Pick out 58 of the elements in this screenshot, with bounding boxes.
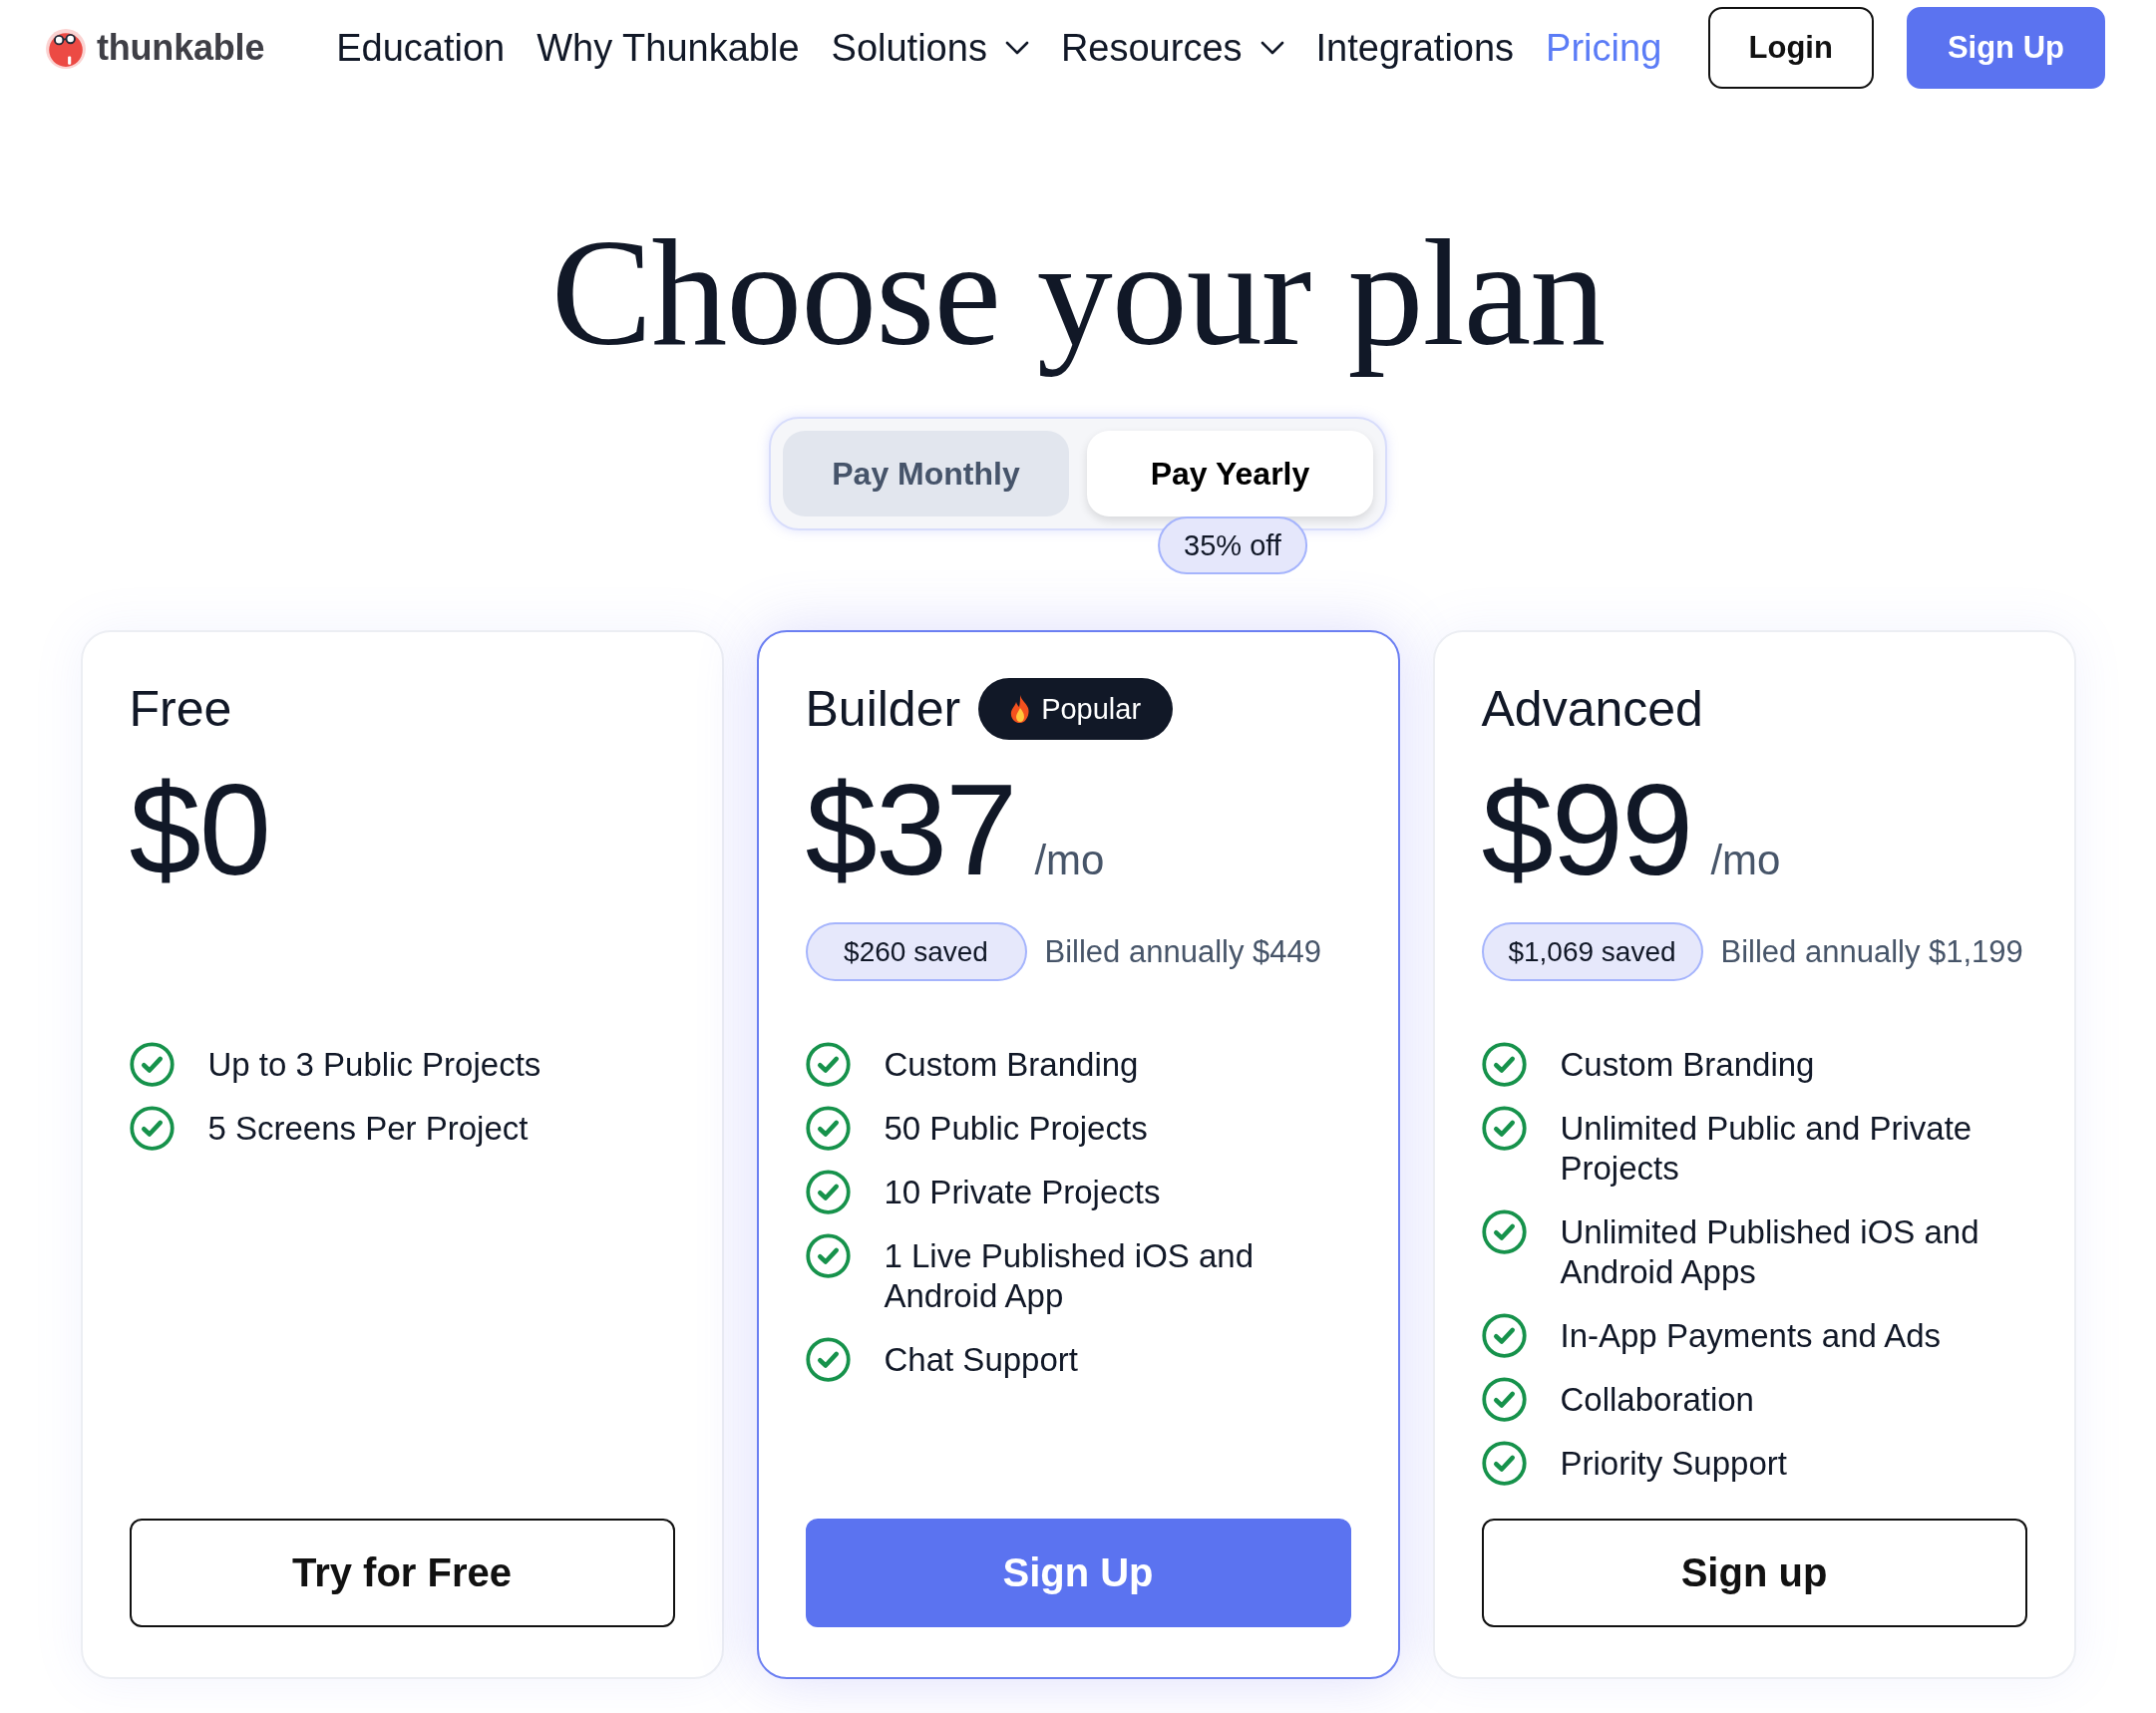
check-circle-icon <box>805 1170 851 1215</box>
feature-text: Collaboration <box>1560 1380 1754 1421</box>
discount-badge: 35% off <box>1158 516 1307 575</box>
billing-option-tab[interactable]: Pay Monthly <box>783 431 1069 517</box>
feature-text: Custom Branding <box>1560 1045 1815 1086</box>
check-circle-icon <box>1481 1106 1527 1152</box>
check-circle-icon <box>805 1233 851 1279</box>
plan-name: Free <box>129 684 232 735</box>
check-circle-icon <box>805 1337 851 1383</box>
feature-text: In-App Payments and Ads <box>1560 1316 1942 1357</box>
price: $37 <box>805 765 1016 895</box>
plan-name: Advanced <box>1481 684 1703 735</box>
plan-action-button[interactable]: Sign Up <box>805 1519 1351 1628</box>
feature-text: 1 Live Published iOS and Android App <box>884 1236 1256 1317</box>
chevron-down-icon <box>1004 41 1029 55</box>
price: $0 <box>129 765 270 895</box>
nav-link[interactable]: Why Thunkable <box>537 26 800 70</box>
nav-link[interactable]: Solutions <box>831 26 1029 70</box>
check-circle-icon <box>1481 1441 1527 1487</box>
feature-text: Unlimited Published iOS and Android Apps <box>1560 1212 1980 1293</box>
check-circle-icon <box>1481 1209 1527 1255</box>
feature-text: Chat Support <box>884 1340 1078 1381</box>
plan-action-button[interactable]: Sign up <box>1481 1519 2027 1628</box>
check-circle-icon <box>1481 1042 1527 1088</box>
nav-link[interactable]: Integrations <box>1315 26 1515 70</box>
check-circle-icon <box>805 1106 851 1152</box>
feature-text: 10 Private Projects <box>884 1173 1161 1213</box>
sign-up-button[interactable]: Sign Up <box>1906 7 2105 89</box>
price: $99 <box>1481 765 1692 895</box>
feature-text: Priority Support <box>1560 1444 1787 1485</box>
login-button[interactable]: Login <box>1707 7 1874 89</box>
feature-text: Custom Branding <box>884 1045 1139 1086</box>
nav-link[interactable]: Education <box>336 26 506 70</box>
savings-badge: $1,069 saved <box>1481 922 1703 982</box>
chevron-down-icon <box>1259 41 1284 55</box>
nav-link[interactable]: Pricing <box>1546 26 1662 70</box>
check-circle-icon <box>129 1106 175 1152</box>
savings-badge: $260 saved <box>805 922 1027 982</box>
logo-icon[interactable] <box>45 27 87 69</box>
plan-name: Builder <box>805 684 961 735</box>
price-period: /mo <box>1710 837 1781 885</box>
billing-note: Billed annually $449 <box>1044 933 1321 970</box>
page-title: Choose your plan <box>549 210 1607 378</box>
check-circle-icon <box>1481 1313 1527 1359</box>
feature-text: 50 Public Projects <box>884 1109 1148 1150</box>
check-circle-icon <box>805 1042 851 1088</box>
check-circle-icon <box>1481 1377 1527 1423</box>
feature-text: 5 Screens Per Project <box>207 1109 529 1150</box>
billing-option-tab[interactable]: Pay Yearly <box>1087 431 1373 517</box>
feature-text: Up to 3 Public Projects <box>207 1045 541 1086</box>
plan-action-button[interactable]: Try for Free <box>129 1519 675 1628</box>
logo-text[interactable]: thunkable <box>97 27 265 69</box>
feature-text: Unlimited Public and Private Projects <box>1560 1109 1974 1190</box>
billing-note: Billed annually $1,199 <box>1720 933 2023 970</box>
check-circle-icon <box>129 1042 175 1088</box>
price-period: /mo <box>1034 837 1105 885</box>
badge-text: Popular <box>1041 692 1142 726</box>
nav-link[interactable]: Resources <box>1060 26 1284 70</box>
